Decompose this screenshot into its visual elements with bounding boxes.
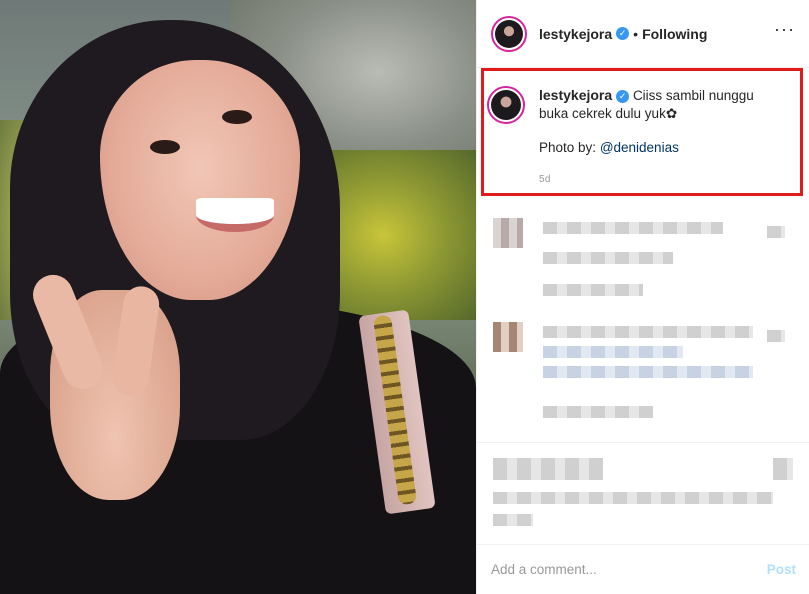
comment-like-pixelated <box>767 226 785 238</box>
photo-by-label: Photo by: <box>539 140 597 155</box>
likes-pixelated <box>493 492 773 504</box>
photo-credit: Photo by: @denidenias <box>539 139 754 157</box>
bookmark-pixelated <box>773 458 793 480</box>
post-side-panel: lestykejora ✓ • Following ··· lestykejor… <box>476 0 809 594</box>
avatar-image <box>495 19 523 48</box>
more-options-icon[interactable]: ··· <box>774 20 795 38</box>
post-comment-button[interactable]: Post <box>767 562 796 577</box>
post-header: lestykejora ✓ • Following ··· <box>477 0 809 68</box>
post-time[interactable]: 5d <box>539 171 754 189</box>
divider <box>477 442 809 443</box>
comment-avatar-pixelated <box>493 218 523 248</box>
caption-username[interactable]: lestykejora <box>539 87 612 103</box>
comment-text-pixelated <box>543 222 723 234</box>
following-button[interactable]: Following <box>642 26 707 42</box>
actions-pixelated <box>493 458 603 480</box>
caption-avatar[interactable] <box>487 86 525 124</box>
verified-badge-icon: ✓ <box>616 89 630 103</box>
comment-text-pixelated <box>543 252 673 264</box>
comment-text-pixelated <box>543 346 683 358</box>
comment-text-pixelated <box>543 326 753 338</box>
comment-footer: Post <box>477 544 809 594</box>
comment-avatar-pixelated <box>493 322 523 352</box>
comments-list <box>477 200 809 540</box>
header-username[interactable]: lestykejora <box>539 26 612 42</box>
caption-text: lestykejora ✓ Ciiss sambil nunggu buka ce… <box>539 86 754 189</box>
caption-line-1: Ciiss sambil nunggu <box>632 88 754 103</box>
post-photo[interactable] <box>0 0 476 594</box>
avatar[interactable] <box>491 15 527 52</box>
verified-badge-icon: ✓ <box>616 27 630 40</box>
comment-like-pixelated <box>767 330 785 342</box>
add-comment-input[interactable] <box>491 562 731 577</box>
person-eye-left <box>150 140 180 154</box>
mention-link[interactable]: @denidenias <box>600 140 679 155</box>
comment-text-pixelated <box>543 366 753 378</box>
person-smile <box>196 198 274 232</box>
separator-dot: • <box>633 25 639 42</box>
comment-meta-pixelated <box>543 284 643 296</box>
avatar-image <box>491 90 521 120</box>
person-eye-right <box>222 110 252 124</box>
date-pixelated <box>493 514 533 526</box>
caption-line-2: buka cekrek dulu yuk✿ <box>539 106 678 121</box>
comment-meta-pixelated <box>543 406 653 418</box>
caption: lestykejora ✓ Ciiss sambil nunggu buka ce… <box>487 86 787 189</box>
